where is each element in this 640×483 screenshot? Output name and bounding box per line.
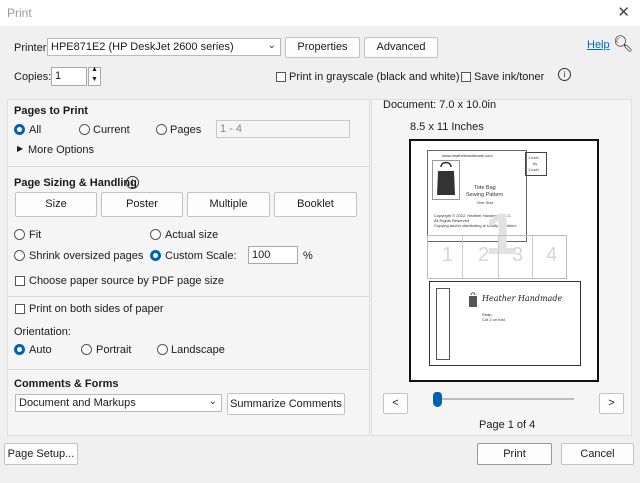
tote-bag-icon [437, 161, 455, 195]
grid-cell-1: 1 [442, 244, 454, 266]
grayscale-label: Print in grayscale (black and white) [289, 71, 460, 83]
save-ink-label: Save ink/toner [474, 71, 545, 83]
pattern-grid: 1 2 3 4 [427, 235, 567, 279]
grid-cell-4: 4 [546, 244, 558, 266]
custom-scale-label: Custom Scale: [165, 250, 237, 262]
tab-multiple[interactable]: Multiple [187, 192, 270, 217]
divider [8, 166, 369, 167]
copies-label: Copies: [14, 71, 52, 83]
tab-poster[interactable]: Poster [101, 192, 183, 217]
actual-size-radio[interactable] [150, 229, 161, 240]
scale-line-3: 1 inch [528, 167, 539, 172]
pages-current-label: Current [93, 124, 130, 136]
preview-title-2: Sewing Pattern [466, 192, 504, 198]
actual-size-label: Actual size [165, 229, 219, 241]
sizing-info-icon[interactable]: i [126, 176, 139, 189]
title-bar: Print ✕ [0, 0, 640, 26]
printer-select[interactable]: HPE871E2 (HP DeskJet 2600 series) ⌄ [47, 38, 281, 56]
comments-select[interactable]: Document and Markups ⌄ [15, 394, 222, 412]
copies-input[interactable]: 1 [51, 67, 87, 86]
paper-size-label: 8.5 x 11 Inches [410, 121, 484, 133]
comments-heading: Comments & Forms [14, 378, 119, 390]
chevron-down-icon: ⌄ [267, 40, 276, 51]
grid-line [498, 236, 499, 278]
grid-cell-3: 3 [512, 244, 524, 266]
orientation-landscape-radio[interactable] [157, 344, 168, 355]
pages-range-input[interactable]: 1 - 4 [216, 120, 350, 138]
divider [8, 369, 369, 370]
orientation-auto-radio[interactable] [14, 344, 25, 355]
page-slider-track[interactable] [438, 398, 574, 400]
orientation-portrait-label: Portrait [96, 344, 132, 356]
shrink-radio[interactable] [14, 250, 25, 261]
page-preview: www.heatherhandmade.com Tote Bag Sewing … [409, 139, 599, 382]
orientation-portrait-radio[interactable] [81, 344, 92, 355]
next-page-button[interactable]: > [599, 393, 624, 414]
fit-radio[interactable] [14, 229, 25, 240]
close-icon[interactable]: ✕ [617, 3, 630, 21]
document-size-label: Document: 7.0 x 10.0in [383, 99, 497, 111]
grid-cell-2: 2 [478, 244, 490, 266]
help-link[interactable]: Help [587, 39, 610, 51]
scale-line-1: 1 inch [528, 155, 539, 160]
info-icon[interactable]: i [558, 68, 571, 81]
strap-fold-edge [436, 288, 450, 360]
preview-site-text: www.heatherhandmade.com [442, 153, 493, 158]
pages-current-radio[interactable] [79, 124, 90, 135]
printer-select-value: HPE871E2 (HP DeskJet 2600 series) [51, 41, 234, 53]
grayscale-checkbox[interactable] [276, 72, 286, 82]
tab-size[interactable]: Size [15, 192, 97, 217]
grid-line [532, 236, 533, 278]
pages-all-label: All [29, 124, 42, 136]
orientation-auto-label: Auto [29, 344, 52, 356]
expand-triangle-icon[interactable]: ▶ [17, 144, 23, 153]
custom-scale-input[interactable]: 100 [248, 246, 298, 264]
tab-booklet[interactable]: Booklet [274, 192, 357, 217]
scale-line-2: by [533, 161, 538, 166]
pages-range-radio[interactable] [156, 124, 167, 135]
printer-label: Printer: [14, 42, 50, 54]
prev-page-button[interactable]: < [383, 393, 408, 414]
comments-select-value: Document and Markups [19, 397, 136, 409]
page-setup-button[interactable]: Page Setup... [4, 443, 78, 465]
pages-all-radio[interactable] [14, 124, 25, 135]
save-ink-checkbox[interactable] [461, 72, 471, 82]
cancel-button[interactable]: Cancel [561, 443, 634, 465]
chevron-down-icon: ⌄ [208, 396, 217, 407]
brand-name: Heather Handmade [482, 294, 563, 303]
scale-square: 1 inch by 1 inch [525, 152, 547, 176]
percent-label: % [303, 250, 313, 262]
pages-range-label: Pages [170, 124, 202, 136]
both-sides-checkbox[interactable] [15, 304, 25, 314]
pages-to-print-heading: Pages to Print [14, 105, 88, 117]
paper-source-checkbox[interactable] [15, 276, 25, 286]
window-title: Print [7, 6, 32, 20]
advanced-button[interactable]: Advanced [364, 37, 438, 58]
shrink-label: Shrink oversized pages [29, 250, 144, 262]
stepper-up-icon[interactable]: ▲ [91, 66, 98, 73]
brand-bag-icon [469, 292, 477, 307]
page-indicator: Page 1 of 4 [479, 419, 536, 431]
more-options-toggle[interactable]: More Options [28, 144, 94, 156]
print-button[interactable]: Print [477, 443, 552, 465]
fit-label: Fit [29, 229, 42, 241]
strap-cut-label: Cut 2 on fold [482, 317, 505, 322]
divider [8, 296, 369, 297]
strap-pattern-piece: Heather Handmade Strap Cut 2 on fold [429, 281, 581, 366]
stepper-down-icon[interactable]: ▼ [91, 76, 98, 83]
help-icon[interactable]: 🔍︎ [613, 34, 633, 54]
bag-drawing [432, 160, 460, 200]
summarize-comments-button[interactable]: Summarize Comments [227, 393, 345, 415]
grid-line [462, 236, 463, 278]
properties-button[interactable]: Properties [285, 37, 360, 58]
both-sides-label: Print on both sides of paper [29, 303, 164, 315]
orientation-label: Orientation: [14, 326, 71, 338]
page-sizing-heading: Page Sizing & Handling [14, 177, 137, 189]
orientation-landscape-label: Landscape [171, 344, 225, 356]
page-slider-thumb[interactable] [433, 392, 442, 407]
paper-source-label: Choose paper source by PDF page size [29, 275, 225, 287]
custom-scale-radio[interactable] [150, 250, 161, 261]
copies-stepper[interactable]: ▲ ▼ [88, 66, 101, 86]
preview-title-1: Tote Bag [474, 185, 496, 191]
